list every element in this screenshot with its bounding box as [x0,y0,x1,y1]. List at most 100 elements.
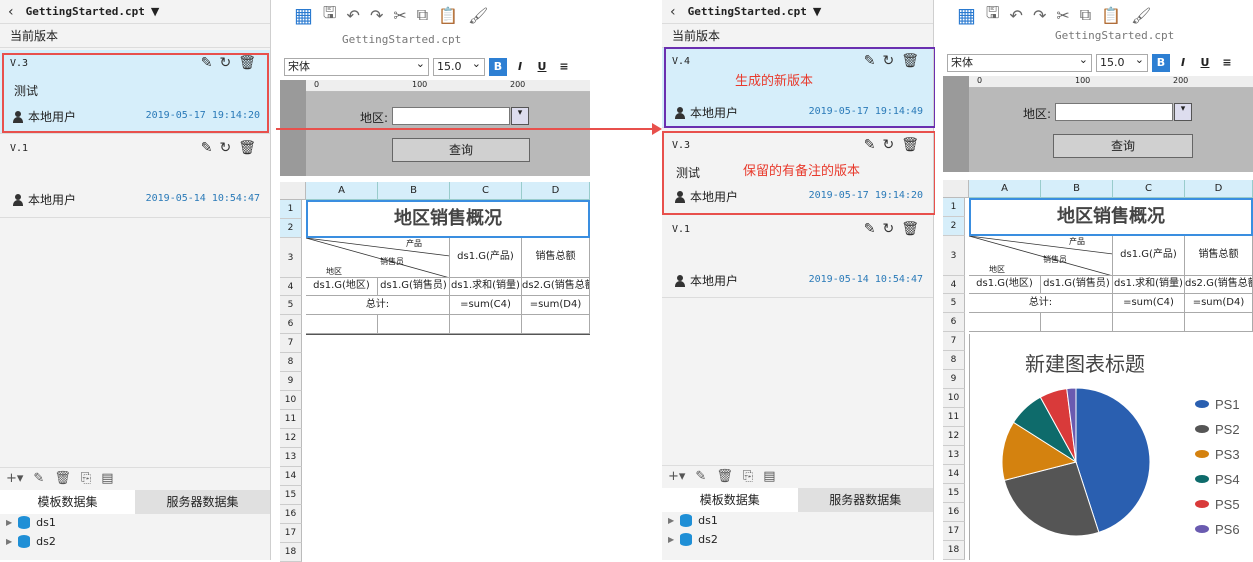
edit-icon[interactable]: ✎ [695,469,706,484]
redo-icon[interactable]: ↷ [370,6,383,25]
row-header[interactable]: 13 [280,448,302,467]
row-header[interactable]: 14 [280,467,302,486]
add-icon[interactable]: +▾ [6,471,23,486]
delete-icon[interactable]: 🗑 [54,471,71,486]
undo-icon[interactable]: ↶ [1010,6,1023,25]
filter-icon[interactable]: ▼ [813,5,821,18]
row-header[interactable]: 16 [943,503,965,522]
row-header[interactable]: 4 [943,276,965,294]
back-icon[interactable]: ‹ [670,4,676,20]
font-size-select[interactable]: 15.0 [1096,52,1148,72]
redo-icon[interactable]: ↷ [1033,6,1046,25]
preview-icon[interactable]: ⎘ [81,471,91,486]
filter-icon[interactable]: ▼ [151,5,159,18]
row-header[interactable]: 7 [280,334,302,353]
bold-button[interactable]: B [489,58,507,76]
tab-server-dataset[interactable]: 服务器数据集 [135,490,270,514]
edit-icon[interactable]: ✎ [33,471,44,486]
tab-template-dataset[interactable]: 模板数据集 [0,490,135,514]
restore-icon[interactable]: ↻ [219,140,231,156]
edit-icon[interactable]: ✎ [201,140,213,156]
dataset-item[interactable]: ▶ ds1 [668,514,718,527]
row-header[interactable]: 12 [943,427,965,446]
row-header[interactable]: 10 [943,389,965,408]
region-input[interactable] [1055,103,1173,121]
row-header[interactable]: 8 [280,353,302,372]
edit-icon[interactable]: ✎ [864,221,876,237]
row-header[interactable]: 13 [943,446,965,465]
row-header[interactable]: 6 [280,315,302,334]
row-header[interactable]: 17 [943,522,965,541]
report-title-cell[interactable]: 地区销售概况 [969,198,1253,236]
paste-icon[interactable]: 📋 [1101,6,1121,25]
format-brush-icon[interactable]: 🖌 [1131,6,1151,25]
header-diagonal-cell[interactable]: 产品 销售员 地区 [306,238,450,278]
row-header[interactable]: 12 [280,429,302,448]
version-card-v1[interactable]: V.1 ✎ ↻ 🗑 本地用户 2019-05-14 10:54:47 [662,216,933,298]
copy-icon[interactable]: ⧉ [1080,5,1091,25]
region-input[interactable] [392,107,510,125]
dataset-icon[interactable]: ▤ [101,471,113,486]
paste-icon[interactable]: 📋 [438,6,458,25]
delete-icon[interactable]: 🗑 [716,469,733,484]
row-header[interactable]: 8 [943,351,965,370]
row-header[interactable]: 4 [280,278,302,296]
font-size-select[interactable]: 15.0 [433,56,485,76]
query-button[interactable]: 查询 [1053,134,1193,158]
template-icon[interactable]: ▦ [294,3,313,27]
dataset-item[interactable]: ▶ ds2 [668,533,718,546]
dropdown-icon[interactable]: ▾ [511,107,529,125]
file-tab[interactable]: GettingStarted.cpt [342,33,461,46]
row-header[interactable]: 1 [280,200,302,219]
row-header[interactable]: 17 [280,524,302,543]
italic-button[interactable]: I [1174,54,1192,72]
cut-icon[interactable]: ✂ [1056,6,1069,25]
restore-icon[interactable]: ↻ [882,221,894,237]
font-select[interactable]: 宋体 [284,56,429,76]
pie-chart[interactable]: 新建图表标题 PS1 PS2 PS3 PS4 PS5 PS6 [969,334,1253,560]
row-header[interactable]: 6 [943,313,965,332]
row-header[interactable]: 5 [280,296,302,315]
dataset-item[interactable]: ▶ ds2 [6,535,56,548]
align-icon[interactable]: ≡ [555,58,573,76]
row-header[interactable]: 3 [280,238,302,278]
tab-template-dataset[interactable]: 模板数据集 [662,488,798,512]
row-header[interactable]: 7 [943,332,965,351]
header-diagonal-cell[interactable]: 产品 销售员 地区 [969,236,1113,276]
cut-icon[interactable]: ✂ [393,6,406,25]
save-icon[interactable]: 🖫 [986,2,1000,29]
file-tab[interactable]: GettingStarted.cpt [1055,29,1174,42]
align-icon[interactable]: ≡ [1218,54,1236,72]
row-header[interactable]: 16 [280,505,302,524]
back-icon[interactable]: ‹ [8,4,14,20]
preview-icon[interactable]: ⎘ [743,469,753,484]
underline-button[interactable]: U [533,58,551,76]
dataset-item[interactable]: ▶ ds1 [6,516,56,529]
tab-server-dataset[interactable]: 服务器数据集 [797,488,933,512]
save-icon[interactable]: 🖫 [323,2,337,29]
copy-icon[interactable]: ⧉ [417,5,428,25]
delete-icon[interactable]: 🗑 [901,221,919,237]
version-card-v1[interactable]: V.1 ✎ ↻ 🗑 本地用户 2019-05-14 10:54:47 [0,135,270,218]
underline-button[interactable]: U [1196,54,1214,72]
row-header[interactable]: 3 [943,236,965,276]
row-header[interactable]: 15 [280,486,302,505]
row-header[interactable]: 9 [280,372,302,391]
row-header[interactable]: 11 [280,410,302,429]
row-header[interactable]: 1 [943,198,965,217]
row-header[interactable]: 15 [943,484,965,503]
row-header[interactable]: 18 [943,541,965,560]
dropdown-icon[interactable]: ▾ [1174,103,1192,121]
row-header[interactable]: 18 [280,543,302,562]
query-button[interactable]: 查询 [392,138,530,162]
add-icon[interactable]: +▾ [668,469,685,484]
bold-button[interactable]: B [1152,54,1170,72]
row-header[interactable]: 2 [943,217,965,236]
row-header[interactable]: 5 [943,294,965,313]
italic-button[interactable]: I [511,58,529,76]
font-select[interactable]: 宋体 [947,52,1092,72]
template-icon[interactable]: ▦ [957,3,976,27]
format-brush-icon[interactable]: 🖌 [468,6,488,25]
row-header[interactable]: 9 [943,370,965,389]
row-header[interactable]: 14 [943,465,965,484]
